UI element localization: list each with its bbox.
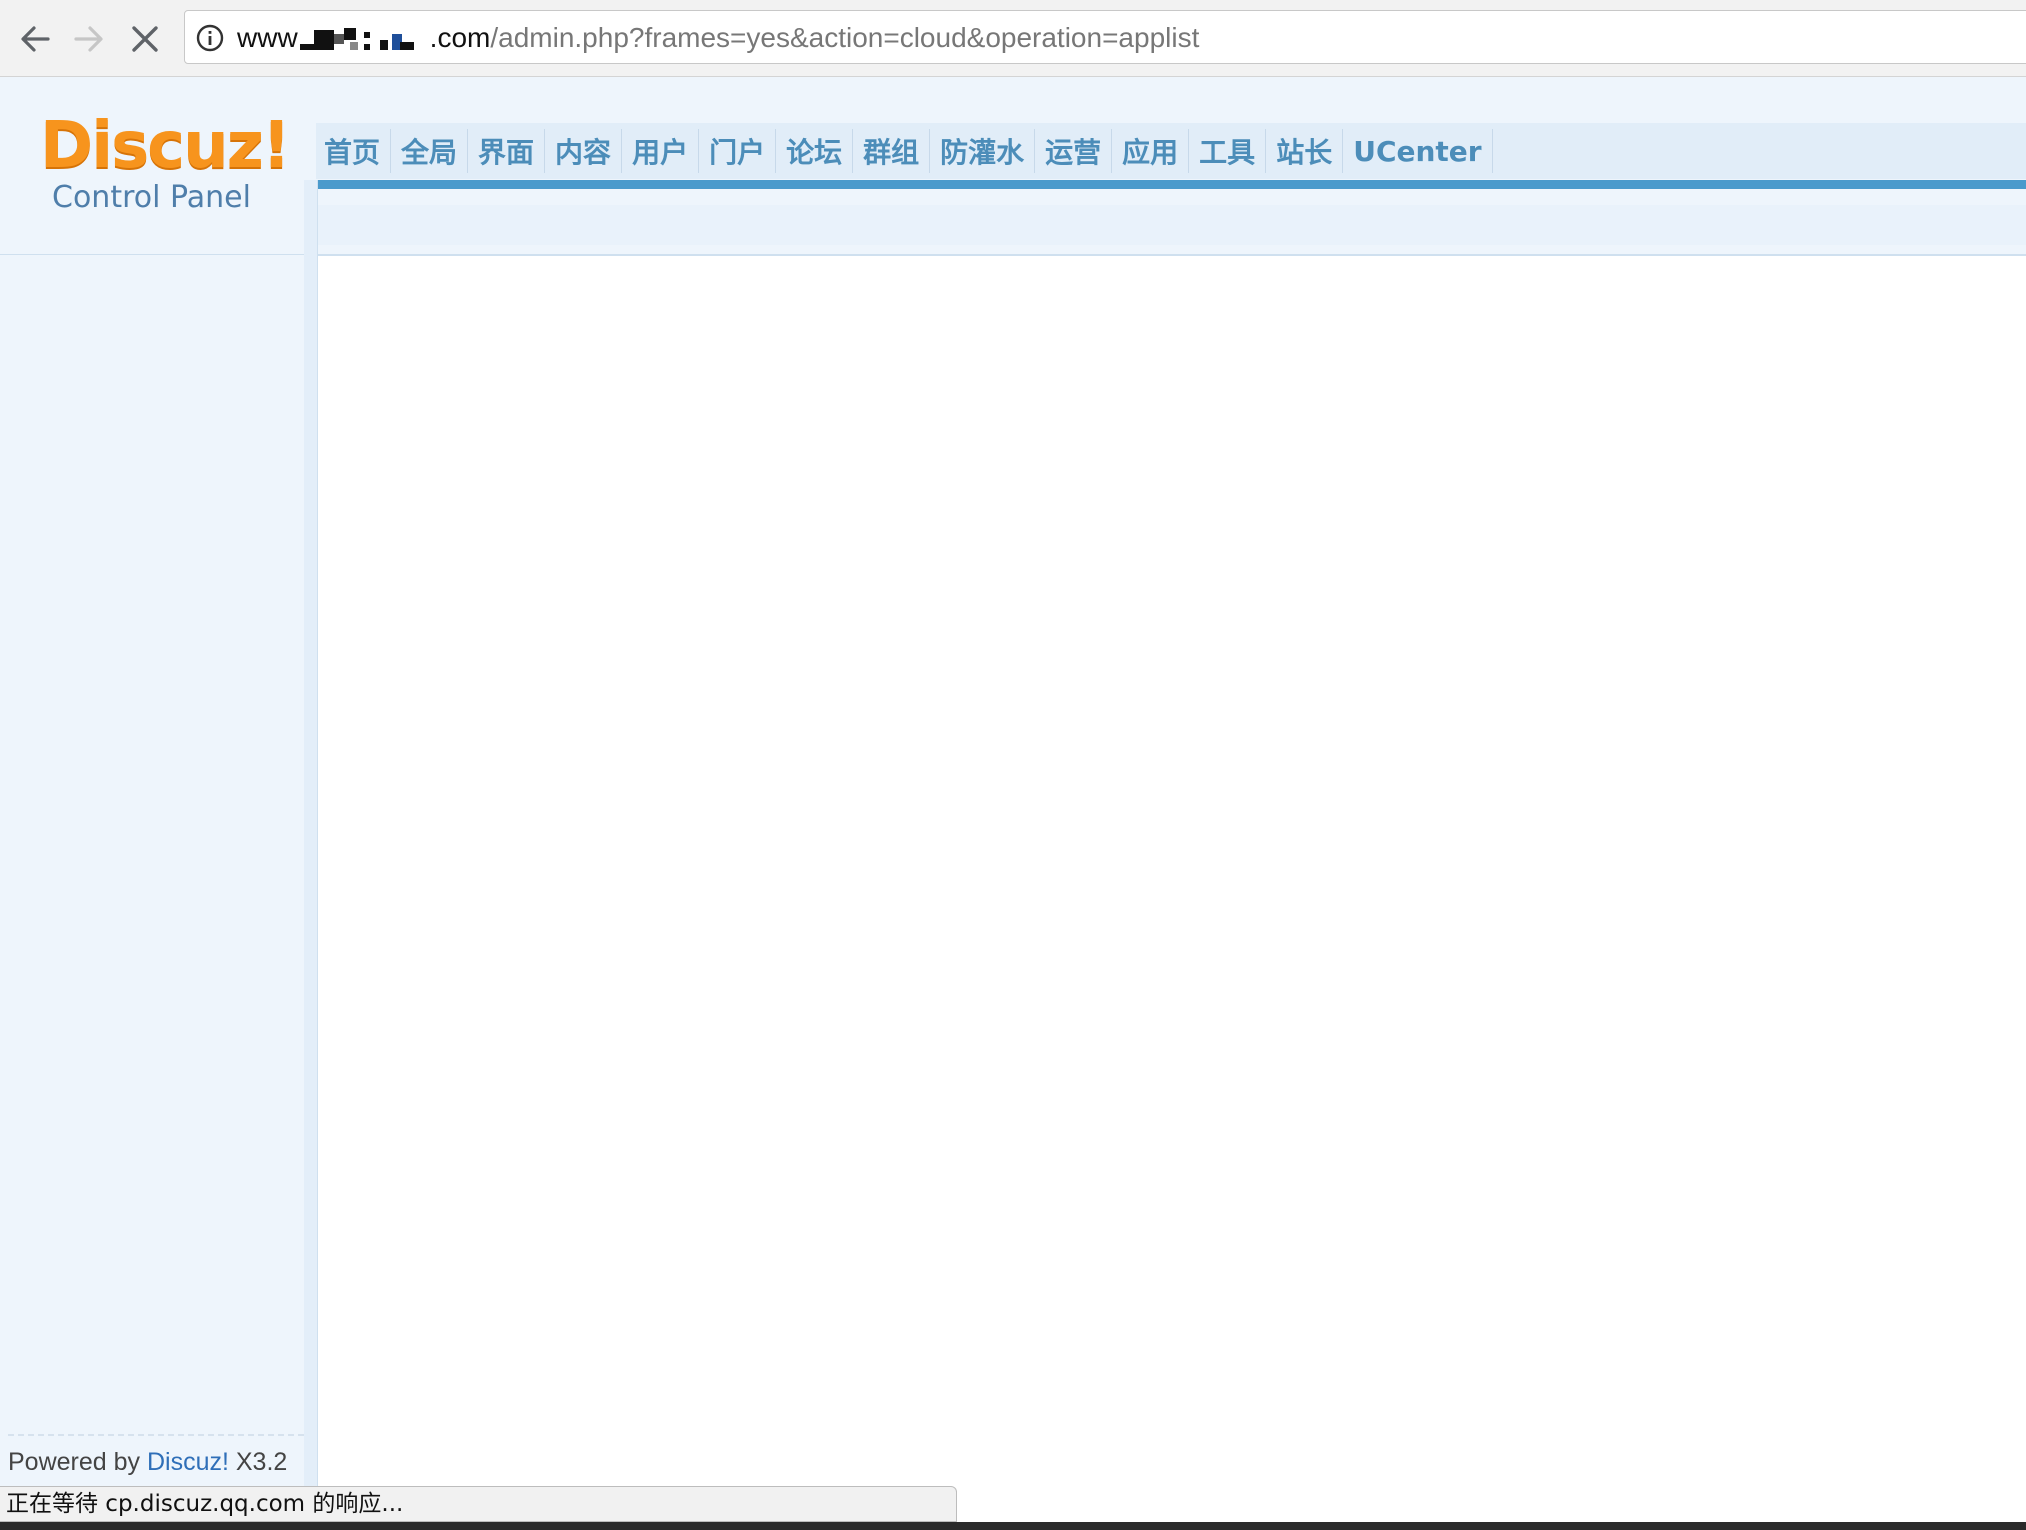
frame-splitter[interactable]	[304, 180, 318, 1495]
back-button[interactable]	[10, 14, 60, 64]
nav-item-tools[interactable]: 工具	[1189, 129, 1267, 173]
url-host-end: .com	[429, 22, 491, 53]
stop-loading-button[interactable]	[120, 14, 170, 64]
redacted-host	[299, 26, 428, 54]
logo-title: Discuz!	[40, 109, 291, 183]
powered-by-version: X3.2	[228, 1448, 288, 1476]
loading-status-bubble: 正在等待 cp.discuz.qq.com 的响应...	[0, 1486, 957, 1522]
address-bar[interactable]: www .com/admin.php?frames=yes&action=clo…	[184, 10, 2026, 64]
nav-item-operation[interactable]: 运营	[1035, 129, 1113, 173]
nav-item-style[interactable]: 界面	[468, 129, 546, 173]
powered-by-prefix: Powered by	[8, 1448, 147, 1476]
nav-item-forum[interactable]: 论坛	[776, 129, 854, 173]
nav-item-portal[interactable]: 门户	[699, 129, 777, 173]
top-nav: 首页 全局 界面 内容 用户 门户 论坛 群组 防灌水 运营 应用 工具 站长 …	[316, 129, 1493, 173]
nav-item-global[interactable]: 全局	[391, 129, 469, 173]
arrow-right-icon	[74, 26, 103, 52]
arrow-left-icon	[21, 26, 50, 52]
powered-by-link[interactable]: Discuz!	[147, 1448, 229, 1476]
nav-item-antispam[interactable]: 防灌水	[930, 129, 1036, 173]
window-bottom-edge	[0, 1522, 2026, 1530]
submenu-strip	[318, 205, 2026, 245]
nav-item-content[interactable]: 内容	[545, 129, 623, 173]
nav-item-founder[interactable]: 站长	[1266, 129, 1344, 173]
sidebar-footer-divider	[8, 1434, 304, 1436]
nav-item-group[interactable]: 群组	[853, 129, 931, 173]
main-content-frame	[318, 256, 2026, 1496]
nav-item-ucenter[interactable]: UCenter	[1343, 129, 1493, 173]
logo-subtitle: Control Panel	[52, 180, 251, 215]
close-icon	[132, 26, 158, 52]
nav-item-apps[interactable]: 应用	[1112, 129, 1190, 173]
nav-item-user[interactable]: 用户	[622, 129, 700, 173]
url-path: /admin.php?frames=yes&action=cloud&opera…	[490, 22, 1200, 53]
url-text: www .com/admin.php?frames=yes&action=clo…	[237, 21, 1199, 55]
discuz-logo[interactable]: Discuz! Control Panel	[40, 109, 291, 231]
url-host-start: www	[237, 22, 298, 53]
browser-toolbar: www .com/admin.php?frames=yes&action=clo…	[0, 0, 2026, 77]
nav-accent-rule	[316, 180, 2026, 189]
forward-button[interactable]	[64, 14, 114, 64]
nav-item-home[interactable]: 首页	[316, 129, 392, 173]
powered-by: Powered by Discuz! X3.2	[8, 1448, 287, 1477]
info-icon	[196, 24, 224, 52]
left-menu-frame	[0, 255, 304, 1495]
